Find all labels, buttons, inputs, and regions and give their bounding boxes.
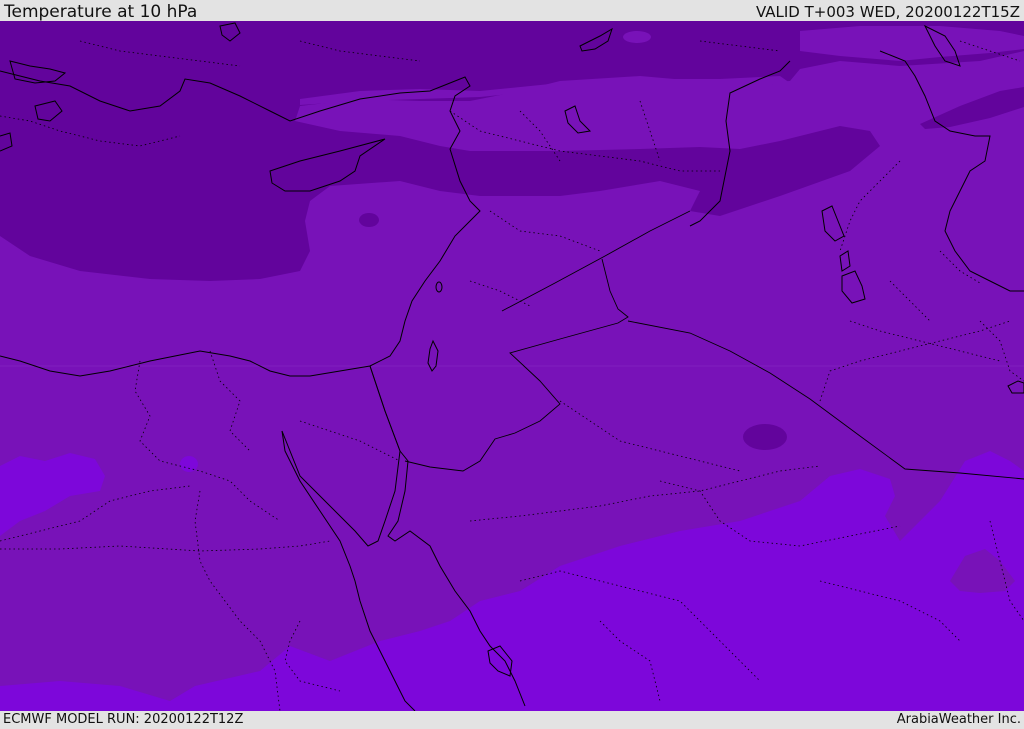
warm-temperature-blob xyxy=(180,456,198,472)
cold-temperature-blob xyxy=(359,213,379,227)
credit-label: ArabiaWeather Inc. xyxy=(896,712,1021,727)
map-area xyxy=(0,21,1024,711)
footer-bar: ECMWF MODEL RUN: 20200122T12Z ArabiaWeat… xyxy=(0,711,1024,729)
mid-temperature-blob xyxy=(623,31,651,43)
map-title: Temperature at 10 hPa xyxy=(4,2,198,22)
cold-temperature-blob xyxy=(743,424,787,450)
header-bar: Temperature at 10 hPa VALID T+003 WED, 2… xyxy=(0,0,1024,21)
map-canvas xyxy=(0,21,1024,711)
valid-time: VALID T+003 WED, 20200122T15Z xyxy=(755,3,1020,21)
model-run-label: ECMWF MODEL RUN: 20200122T12Z xyxy=(3,712,244,727)
weather-map-page: Temperature at 10 hPa VALID T+003 WED, 2… xyxy=(0,0,1024,729)
